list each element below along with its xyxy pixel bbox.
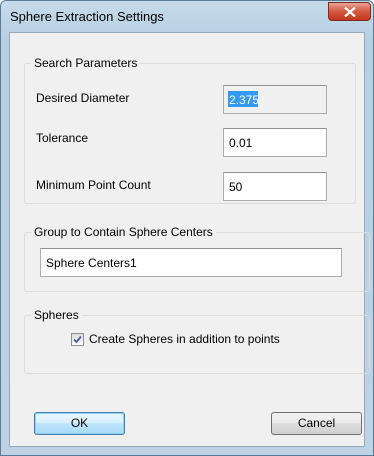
spheres-legend: Spheres <box>31 308 82 323</box>
tolerance-input[interactable] <box>223 128 327 157</box>
search-parameters-legend: Search Parameters <box>31 56 141 71</box>
dialog-window: Sphere Extraction Settings Search Parame… <box>0 0 374 456</box>
desired-diameter-label: Desired Diameter <box>36 91 130 105</box>
checkmark-icon <box>73 335 82 344</box>
cancel-button[interactable]: Cancel <box>271 412 362 435</box>
min-point-count-input[interactable] <box>223 172 327 201</box>
sphere-centers-legend: Group to Contain Sphere Centers <box>31 225 216 240</box>
tolerance-label: Tolerance <box>36 131 89 145</box>
min-point-count-label: Minimum Point Count <box>36 178 151 192</box>
close-icon <box>344 7 356 17</box>
dialog-content: Search Parameters Desired Diameter Toler… <box>9 32 370 447</box>
group-name-input[interactable] <box>40 248 342 277</box>
create-spheres-label[interactable]: Create Spheres in addition to points <box>89 332 280 347</box>
title-bar[interactable]: Sphere Extraction Settings <box>1 1 373 31</box>
create-spheres-checkbox[interactable] <box>71 333 84 346</box>
ok-button[interactable]: OK <box>34 412 125 435</box>
desired-diameter-input[interactable] <box>223 85 327 114</box>
close-button[interactable] <box>328 2 371 21</box>
window-title: Sphere Extraction Settings <box>10 9 164 24</box>
